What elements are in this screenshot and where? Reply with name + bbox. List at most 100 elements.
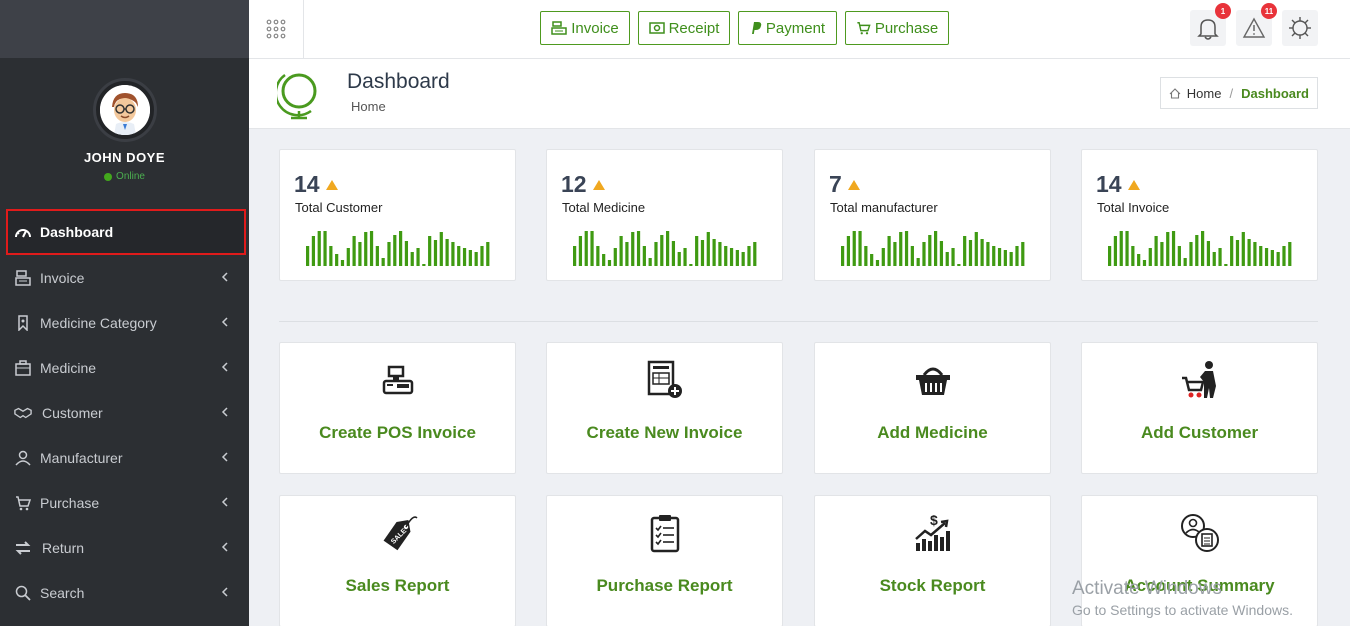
- sparkline-bar: [1148, 248, 1152, 266]
- alerts-button[interactable]: 11: [1236, 3, 1277, 46]
- sidebar-item-customer[interactable]: Customer: [0, 390, 249, 435]
- shopper-cart-icon: [1179, 359, 1221, 401]
- basket-icon: [912, 359, 954, 401]
- notifications-badge: 1: [1215, 3, 1231, 19]
- avatar[interactable]: [92, 78, 157, 142]
- sparkline-bar: [899, 232, 903, 266]
- sparkline-bar: [735, 250, 739, 266]
- sidebar-item-return[interactable]: Return: [0, 525, 249, 570]
- sparkline-bar: [1183, 258, 1187, 266]
- sparkline-bar: [584, 231, 588, 266]
- sparkline-bar: [462, 248, 467, 266]
- sparkline-bar: [858, 231, 862, 266]
- quick-purchase-button[interactable]: Purchase: [845, 11, 949, 45]
- sparkline-bar: [1247, 239, 1251, 266]
- sparkline-bar: [747, 246, 751, 266]
- purchase-report-card[interactable]: Purchase Report: [546, 495, 783, 626]
- sparkline-bar: [724, 246, 728, 266]
- sparkline-chart: [841, 231, 1025, 266]
- user-status: Online: [0, 171, 249, 182]
- stat-value-wrap: 14: [1096, 171, 1140, 198]
- sidebar-item-label: Purchase: [40, 494, 100, 511]
- sparkline-bar: [1189, 242, 1193, 266]
- sparkline-bar: [648, 258, 652, 266]
- sparkline-bar: [712, 239, 716, 266]
- sidebar-item-medicine[interactable]: Medicine: [0, 345, 249, 390]
- sparkline-bar: [1235, 240, 1240, 266]
- sparkline-bar: [1201, 231, 1205, 266]
- sparkline-bar: [317, 231, 321, 266]
- sparkline-bar: [753, 242, 757, 266]
- sidebar-header: [0, 0, 249, 58]
- stat-card-customers[interactable]: 14 Total Customer: [279, 149, 516, 281]
- briefcase-icon: [14, 359, 32, 377]
- sparkline-chart: [306, 231, 490, 266]
- breadcrumb-home[interactable]: Home: [1187, 86, 1222, 101]
- stat-value-wrap: 12: [561, 171, 605, 198]
- sparkline-bar: [625, 242, 629, 266]
- page-header: Dashboard Home Home / Dashboard: [249, 59, 1350, 129]
- settings-button[interactable]: [1282, 10, 1318, 46]
- quick-receipt-button[interactable]: Receipt: [638, 11, 730, 45]
- sidebar-item-invoice[interactable]: Invoice: [0, 255, 249, 300]
- sparkline-bar: [718, 242, 722, 266]
- sidebar-item-purchase[interactable]: Purchase: [0, 480, 249, 525]
- sparkline-bar: [870, 254, 874, 266]
- exchange-icon: [14, 539, 32, 557]
- sparkline-bar: [369, 231, 374, 266]
- stat-card-invoice[interactable]: 14 Total Invoice: [1081, 149, 1318, 281]
- stat-label: Total Medicine: [562, 200, 646, 215]
- create-new-invoice-card[interactable]: Create New Invoice: [546, 342, 783, 474]
- action-label: Create New Invoice: [586, 423, 743, 442]
- sparkline-bar: [928, 235, 932, 266]
- sparkline-bar: [642, 246, 646, 266]
- dashboard-gauge-icon: [14, 223, 32, 241]
- stat-label: Total Customer: [295, 200, 383, 215]
- sparkline-bar: [997, 248, 1002, 266]
- sidebar-item-search[interactable]: Search: [0, 570, 249, 615]
- quick-invoice-button[interactable]: Invoice: [540, 11, 630, 45]
- sales-report-card[interactable]: SALE Sales Report: [279, 495, 516, 626]
- chevron-left-icon: [221, 587, 228, 597]
- sparkline-bar: [968, 240, 973, 266]
- sparkline-bar: [683, 248, 687, 266]
- stat-card-medicine[interactable]: 12 Total Medicine: [546, 149, 783, 281]
- page-title: Dashboard: [347, 70, 450, 93]
- sparkline-bar: [311, 236, 316, 266]
- stat-value: 12: [561, 171, 587, 197]
- add-customer-card[interactable]: Add Customer: [1081, 342, 1318, 474]
- sparkline-bar: [1241, 232, 1245, 266]
- stat-value: 14: [294, 171, 320, 197]
- sparkline-bar: [381, 258, 385, 266]
- sparkline-bar: [410, 252, 414, 266]
- sidebar-item-medicine-category[interactable]: Medicine Category: [0, 300, 249, 345]
- sparkline-bar: [416, 248, 420, 266]
- create-pos-invoice-card[interactable]: Create POS Invoice: [279, 342, 516, 474]
- svg-text:$: $: [930, 513, 938, 528]
- apps-grid-button[interactable]: [249, 0, 304, 58]
- sidebar-item-label: Dashboard: [40, 224, 114, 240]
- sparkline-bar: [1218, 248, 1222, 266]
- pos-register-icon: [377, 359, 419, 401]
- quick-payment-button[interactable]: Payment: [738, 11, 837, 45]
- action-label: Add Customer: [1140, 423, 1259, 442]
- apps-grid-icon: [266, 19, 286, 39]
- search-icon: [14, 584, 32, 602]
- sidebar-item-label: Medicine Category: [40, 314, 157, 331]
- sparkline-bar: [1253, 242, 1257, 266]
- breadcrumb-separator: /: [1229, 85, 1234, 101]
- add-medicine-card[interactable]: Add Medicine: [814, 342, 1051, 474]
- paypal-icon: [751, 22, 762, 34]
- bell-icon: [1197, 19, 1219, 40]
- sparkline-bar: [1125, 231, 1129, 266]
- sidebar-item-dashboard[interactable]: Dashboard: [6, 209, 246, 255]
- sparkline-bar: [741, 252, 745, 266]
- notifications-button[interactable]: 1: [1190, 3, 1231, 46]
- sparkline-bar: [881, 248, 885, 266]
- stock-report-card[interactable]: $ Stock Report: [814, 495, 1051, 626]
- sparkline-bar: [613, 248, 617, 266]
- sidebar-item-manufacturer[interactable]: Manufacturer: [0, 435, 249, 480]
- stat-card-manufacturer[interactable]: 7 Total manufacturer: [814, 149, 1051, 281]
- account-document-icon: [1179, 512, 1221, 554]
- chevron-left-icon: [221, 272, 228, 282]
